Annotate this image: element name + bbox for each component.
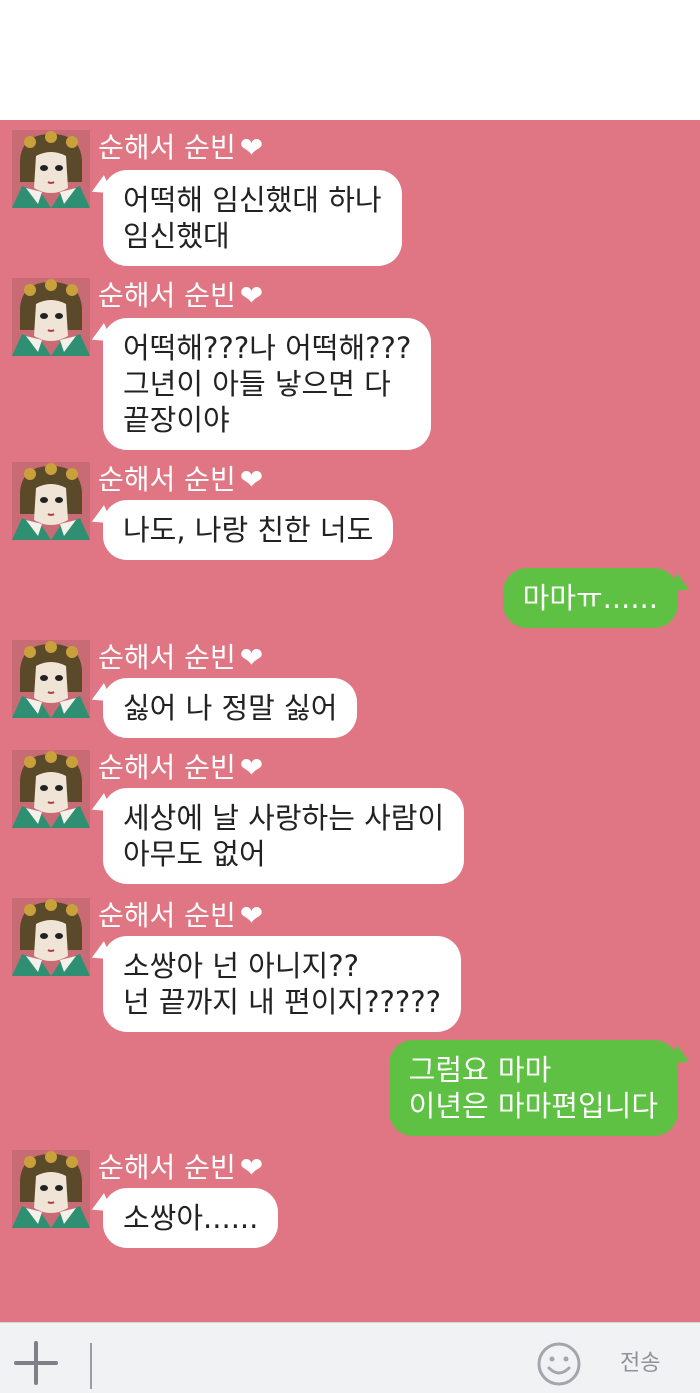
avatar[interactable] — [12, 1150, 90, 1228]
input-divider — [90, 1343, 92, 1389]
incoming-message-bubble[interactable]: 세상에 날 사랑하는 사람이 아무도 없어 — [103, 788, 465, 884]
incoming-message-bubble[interactable]: 나도, 나랑 친한 너도 — [103, 500, 394, 560]
avatar[interactable] — [12, 130, 90, 208]
heart-icon: ❤ — [239, 899, 264, 932]
avatar[interactable] — [12, 462, 90, 540]
avatar[interactable] — [12, 640, 90, 718]
plus-icon[interactable] — [10, 1337, 62, 1389]
avatar[interactable] — [12, 750, 90, 828]
incoming-message-bubble[interactable]: 어떡해 임신했대 하나 임신했대 — [103, 170, 402, 266]
sender-name: 순해서 순빈 ❤ — [98, 1151, 264, 1184]
send-button[interactable]: 전송 — [620, 1349, 660, 1379]
sender-name: 순해서 순빈 ❤ — [98, 641, 264, 674]
incoming-message-bubble[interactable]: 싫어 나 정말 싫어 — [103, 678, 358, 738]
sender-name: 순해서 순빈 ❤ — [98, 899, 264, 932]
smiley-icon[interactable] — [536, 1341, 582, 1387]
top-blank-area — [0, 0, 700, 120]
heart-icon: ❤ — [239, 641, 264, 674]
chat-area[interactable]: 순해서 순빈 ❤ 어떡해 임신했대 하나 임신했대 순해서 순빈 ❤ 어떡해???나… — [0, 120, 700, 1322]
sender-name: 순해서 순빈 ❤ — [98, 751, 264, 784]
avatar[interactable] — [12, 278, 90, 356]
avatar[interactable] — [12, 898, 90, 976]
sender-name: 순해서 순빈 ❤ — [98, 279, 264, 312]
heart-icon: ❤ — [239, 279, 264, 312]
input-bar: 전송 — [0, 1322, 700, 1393]
heart-icon: ❤ — [239, 463, 264, 496]
outgoing-message-bubble[interactable]: 그럼요 마마 이년은 마마편입니다 — [388, 1040, 678, 1136]
incoming-message-bubble[interactable]: 어떡해???나 어떡해??? 그년이 아들 낳으면 다 끝장이야 — [103, 318, 432, 450]
heart-icon: ❤ — [239, 751, 264, 784]
incoming-message-bubble[interactable]: 소쌍아...... — [103, 1188, 279, 1248]
heart-icon: ❤ — [239, 1151, 264, 1184]
sender-name: 순해서 순빈 ❤ — [98, 463, 264, 496]
sender-name: 순해서 순빈 ❤ — [98, 131, 264, 164]
incoming-message-bubble[interactable]: 소쌍아 넌 아니지?? 넌 끝까지 내 편이지????? — [103, 936, 462, 1032]
heart-icon: ❤ — [239, 131, 264, 164]
outgoing-message-bubble[interactable]: 마마ㅠ...... — [502, 568, 678, 628]
